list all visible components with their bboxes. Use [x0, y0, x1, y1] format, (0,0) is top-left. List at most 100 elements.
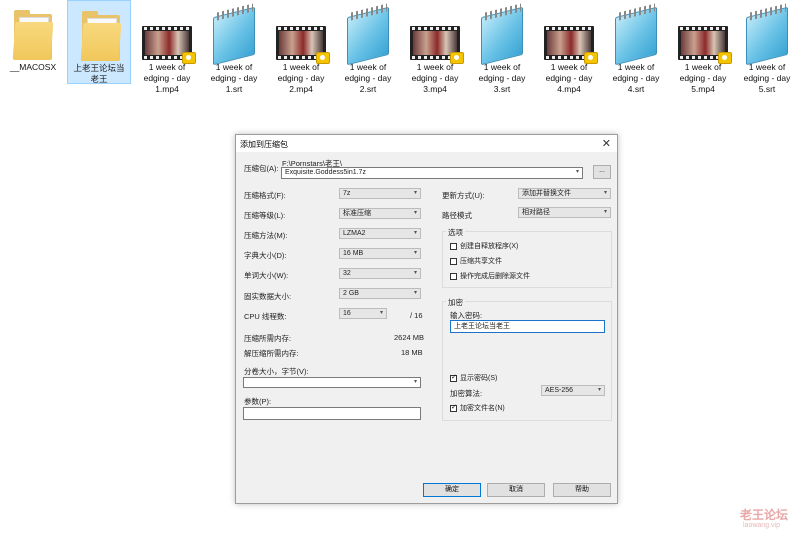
mem-decomp-value: 18 MB: [401, 348, 423, 357]
file-name-line: edging - day: [679, 73, 727, 83]
file-name-line: 5.srt: [758, 84, 776, 94]
dict-select[interactable]: 16 MB ▾: [339, 248, 421, 259]
method-value: LZMA2: [343, 230, 366, 237]
level-label: 压缩等级(L):: [244, 211, 286, 220]
file-name-line: 2.mp4: [289, 84, 313, 94]
format-select[interactable]: 7z ▾: [339, 188, 421, 199]
checkbox-encrypt-names[interactable]: 加密文件名(N): [450, 403, 505, 413]
update-select[interactable]: 添加并替换文件 ▾: [518, 188, 611, 199]
dialog-title: 添加到压缩包: [240, 140, 288, 149]
file-name-line: edging - day: [143, 73, 191, 83]
word-select[interactable]: 32 ▾: [339, 268, 421, 279]
file-item-macosx[interactable]: __MACOSX: [0, 0, 66, 96]
file-name-line: 1 week of: [215, 62, 253, 72]
file-name-line: edging - day: [277, 73, 325, 83]
file-name-line: 1.mp4: [155, 84, 179, 94]
folder-icon: [12, 10, 54, 60]
file-item-srt[interactable]: 1 week of edging - day 2.srt: [335, 0, 401, 96]
file-item-srt[interactable]: 1 week of edging - day 5.srt: [734, 0, 800, 96]
help-button[interactable]: 帮助: [553, 483, 611, 497]
file-name-line: edging - day: [743, 73, 791, 83]
close-icon[interactable]: ✕: [602, 137, 611, 150]
chevron-down-icon: ▾: [413, 190, 417, 196]
watermark-logo: 老王论坛: [740, 508, 789, 522]
chevron-down-icon: ▾: [597, 387, 601, 393]
level-select[interactable]: 标准压缩 ▾: [339, 208, 421, 219]
chevron-down-icon: ▾: [413, 270, 417, 276]
update-label: 更新方式(U):: [442, 191, 485, 200]
cpu-total: / 16: [410, 311, 423, 320]
file-name-line: 1 week of: [684, 62, 722, 72]
chevron-down-icon: ▾: [413, 210, 417, 216]
file-name-line: edging - day: [344, 73, 392, 83]
solid-select[interactable]: 2 GB ▾: [339, 288, 421, 299]
password-input[interactable]: 上老王论坛当老王: [450, 320, 605, 333]
cancel-button[interactable]: 取消: [487, 483, 545, 497]
file-name-line: edging - day: [210, 73, 258, 83]
method-select[interactable]: LZMA2 ▾: [339, 228, 421, 239]
word-value: 32: [343, 270, 351, 277]
file-item-video[interactable]: 1 week of edging - day 3.mp4: [402, 0, 468, 96]
mem-comp-label: 压缩所需内存:: [244, 334, 292, 343]
encryption-method-select[interactable]: AES-256 ▾: [541, 385, 605, 396]
checkbox-show-password[interactable]: 显示密码(S): [450, 373, 497, 383]
dict-value: 16 MB: [343, 250, 364, 257]
file-item-video[interactable]: 1 week of edging - day 5.mp4: [670, 0, 736, 96]
params-input[interactable]: [243, 407, 421, 420]
video-file-icon: [142, 26, 196, 64]
format-value: 7z: [343, 190, 351, 197]
file-item-video[interactable]: 1 week of edging - day 1.mp4: [134, 0, 200, 96]
file-name-line: 3.srt: [493, 84, 511, 94]
file-name-line: 2.srt: [359, 84, 377, 94]
path-mode-label: 路径模式: [442, 211, 472, 220]
file-item-folder-selected[interactable]: 上老王论坛当老王: [67, 0, 131, 84]
params-label: 参数(P):: [244, 397, 272, 406]
file-name-line: 5.mp4: [691, 84, 715, 94]
file-name-line: edging - day: [411, 73, 459, 83]
file-item-srt[interactable]: 1 week of edging - day 4.srt: [603, 0, 669, 96]
video-file-icon: [678, 26, 732, 64]
browse-button[interactable]: ...: [593, 165, 611, 179]
path-mode-value: 相对路径: [522, 209, 550, 216]
archive-name-combo[interactable]: Exquisite.Goddess5in1.7z ▾: [281, 167, 583, 179]
split-size-combo[interactable]: ▾: [243, 377, 421, 388]
file-item-srt[interactable]: 1 week of edging - day 3.srt: [469, 0, 535, 96]
notepad-icon: [742, 3, 792, 66]
solid-value: 2 GB: [343, 290, 359, 297]
chevron-down-icon: ▾: [575, 169, 579, 175]
checkbox-label: 压缩共享文件: [460, 258, 502, 265]
file-name-line: 4.mp4: [557, 84, 581, 94]
file-name-line: 3.mp4: [423, 84, 447, 94]
file-name-line: 1 week of: [282, 62, 320, 72]
cpu-select[interactable]: 16 ▾: [339, 308, 387, 319]
file-item-video[interactable]: 1 week of edging - day 2.mp4: [268, 0, 334, 96]
file-name-line: 1 week of: [148, 62, 186, 72]
file-name: 上老王论坛当老王: [73, 63, 125, 84]
file-name-line: 1.srt: [225, 84, 243, 94]
checkbox-box: [450, 257, 457, 265]
notepad-icon: [209, 3, 259, 66]
file-name-line: edging - day: [545, 73, 593, 83]
encryption-title: 加密: [446, 297, 465, 308]
file-item-video[interactable]: 1 week of edging - day 4.mp4: [536, 0, 602, 96]
level-value: 标准压缩: [343, 210, 371, 217]
format-label: 压缩格式(F):: [244, 191, 286, 200]
notepad-icon: [477, 3, 527, 66]
file-name-line: 1 week of: [483, 62, 521, 72]
file-name-line: 1 week of: [349, 62, 387, 72]
solid-label: 固实数据大小:: [244, 292, 292, 301]
ok-button[interactable]: 确定: [423, 483, 481, 497]
chevron-down-icon: ▾: [603, 209, 607, 215]
mem-decomp-label: 解压缩所需内存:: [244, 349, 299, 358]
dialog-titlebar: 添加到压缩包 ✕: [236, 135, 617, 152]
checkbox-label: 操作完成后删除源文件: [460, 273, 530, 280]
file-name-line: 1 week of: [416, 62, 454, 72]
method-label: 压缩方法(M):: [244, 231, 288, 240]
checkbox-shared[interactable]: 压缩共享文件: [450, 256, 502, 266]
checkbox-delete-source[interactable]: 操作完成后删除源文件: [450, 271, 530, 281]
path-mode-select[interactable]: 相对路径 ▾: [518, 207, 611, 218]
file-item-srt[interactable]: 1 week of edging - day 1.srt: [201, 0, 267, 96]
file-name: __MACOSX: [9, 62, 57, 72]
checkbox-sfx[interactable]: 创建自释放程序(X): [450, 241, 518, 251]
notepad-icon: [343, 3, 393, 66]
